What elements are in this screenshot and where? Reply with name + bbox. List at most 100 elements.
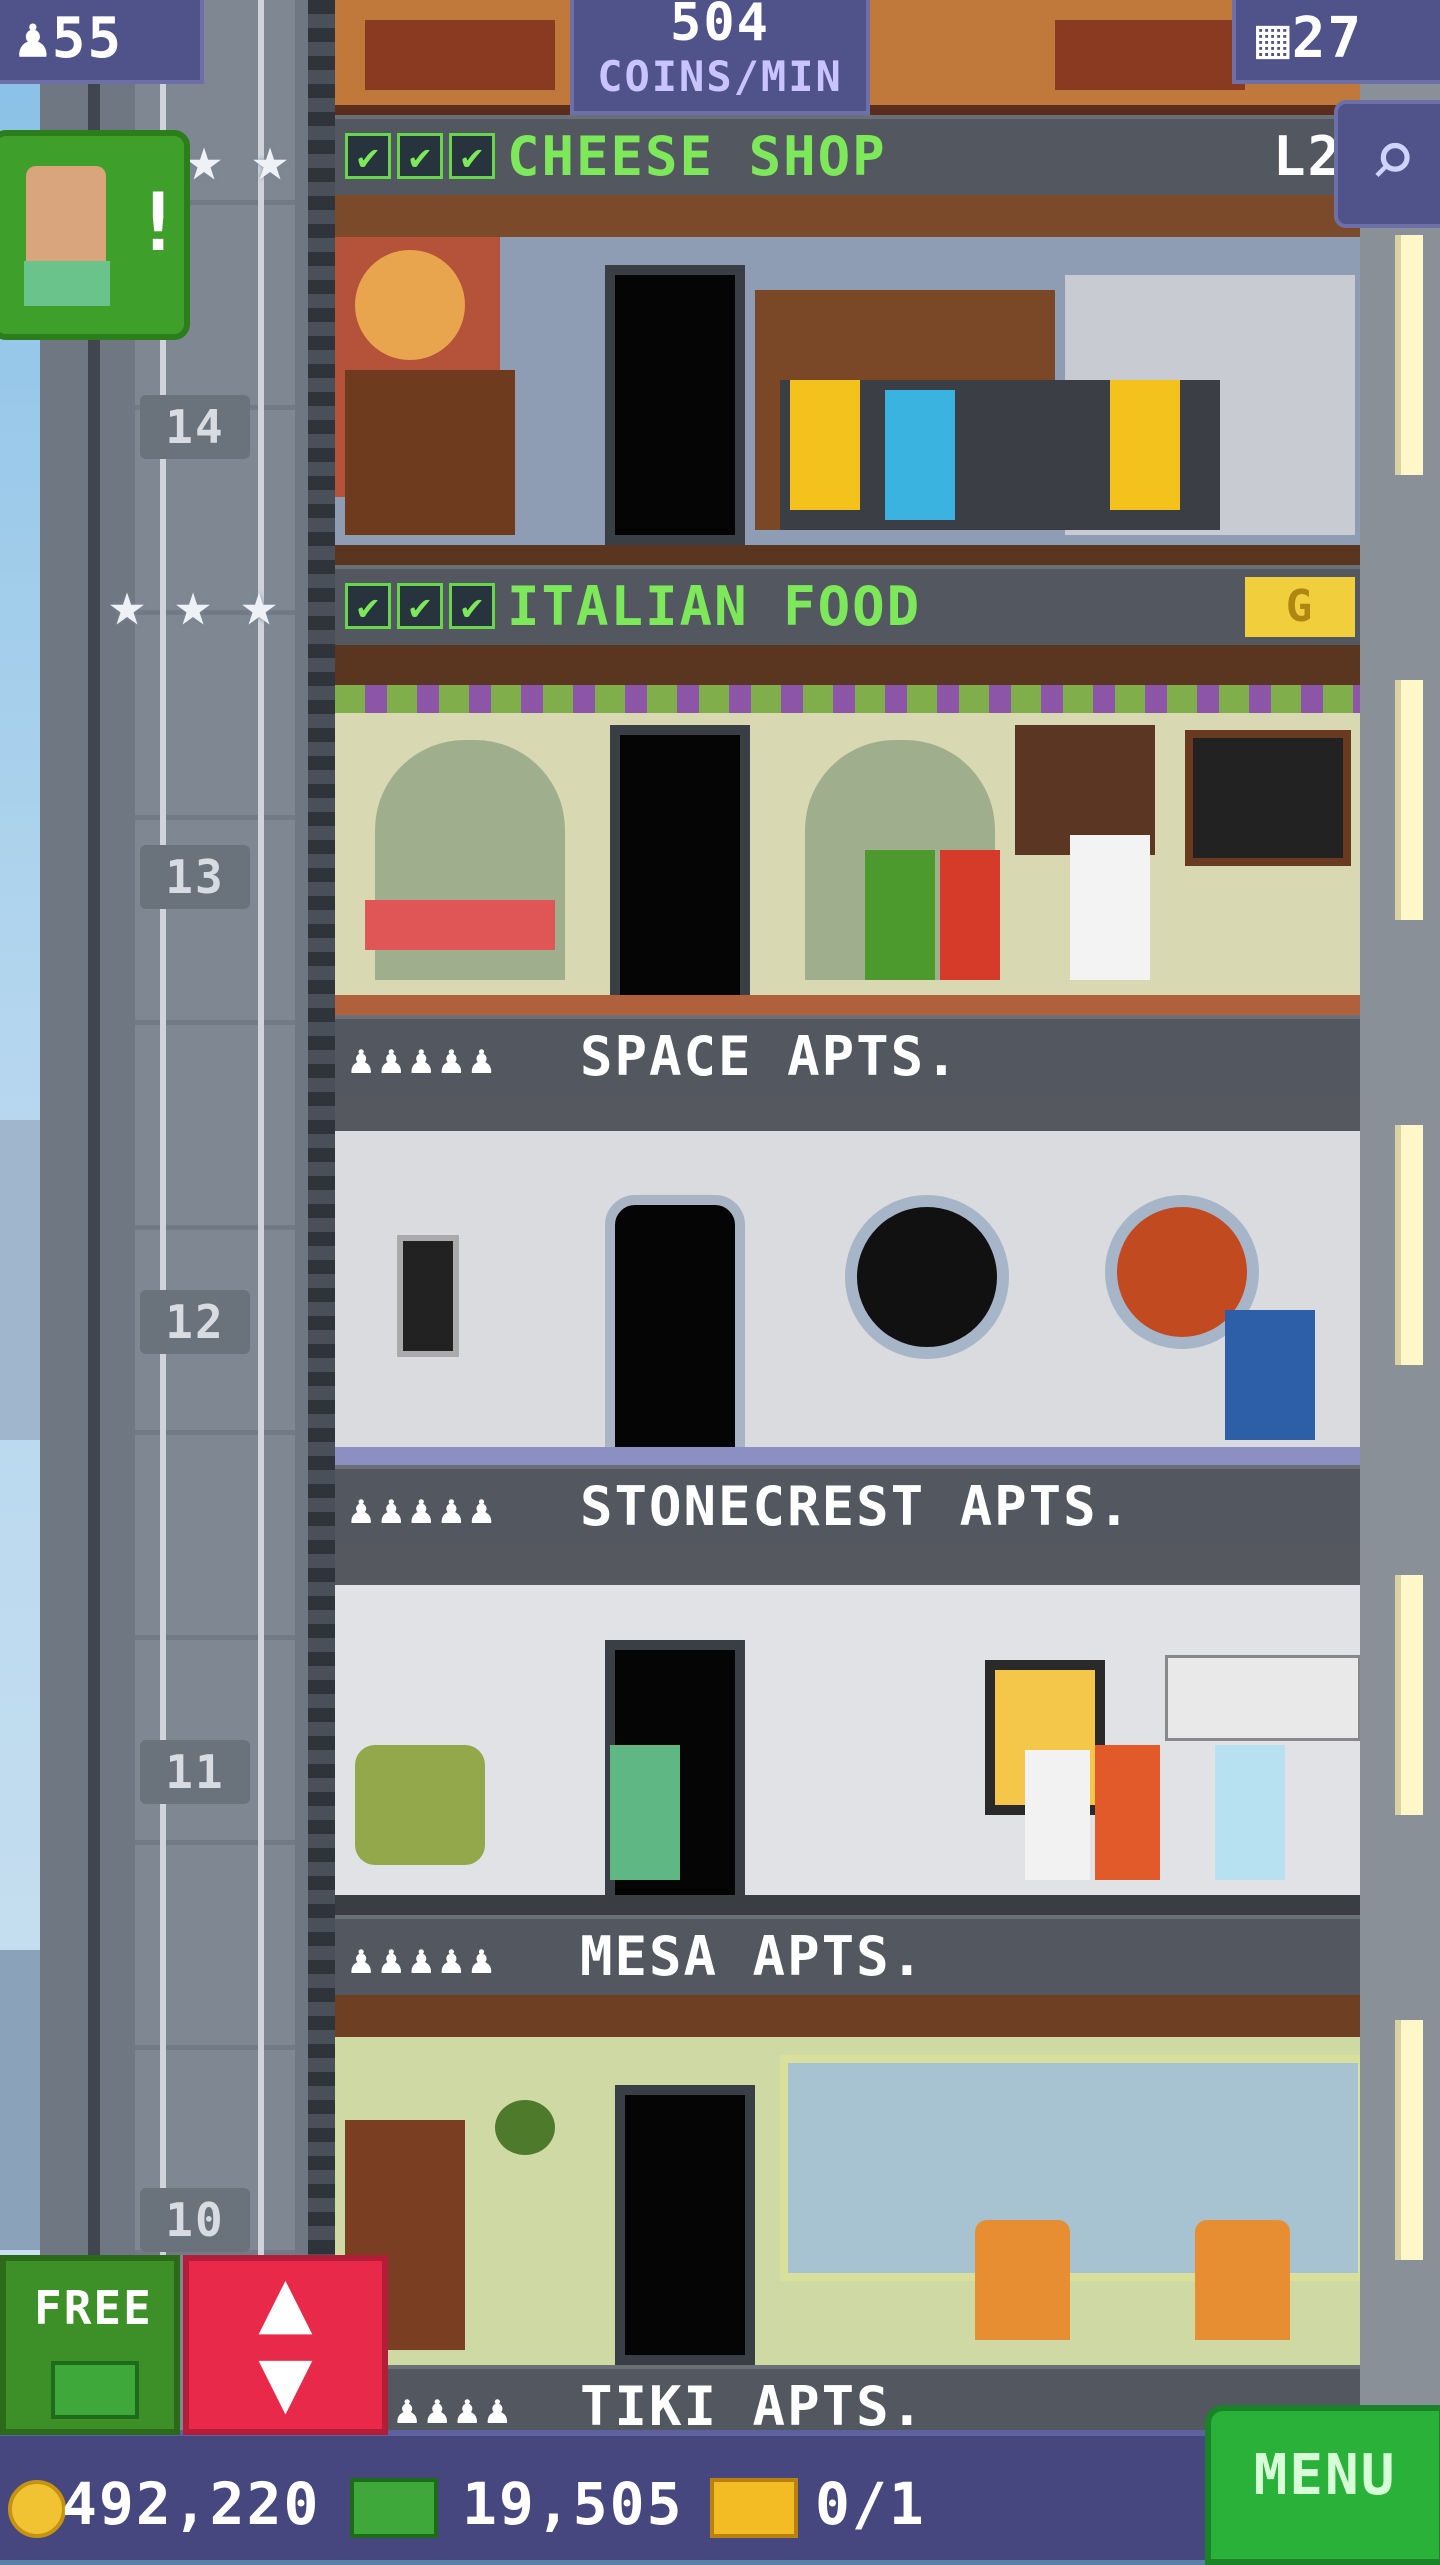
italian-food-floor[interactable]: ✔ ✔ ✔ ITALIAN FOOD G — [335, 565, 1360, 1015]
booth — [1055, 20, 1245, 90]
floor-name: TIKI APTS. — [580, 2375, 926, 2438]
bux-icon — [350, 2478, 438, 2538]
coins-value[interactable]: 492,220 — [62, 2470, 320, 2538]
cheese-wheel-sign — [355, 250, 465, 360]
cheese-shop-floor[interactable]: ✔ ✔ ✔ CHEESE SHOP L2 — [335, 115, 1360, 565]
bitizen[interactable] — [1215, 1745, 1285, 1880]
star-icon: ★ — [251, 122, 289, 195]
stonecrest-apts-room[interactable] — [335, 1545, 1360, 1915]
checkmarks: ✔ ✔ ✔ — [345, 583, 495, 629]
elevator-cable — [160, 0, 166, 2440]
ceiling — [335, 1545, 1360, 1585]
floor-count-value: 27 — [1291, 6, 1364, 71]
gold-badge[interactable]: G — [1245, 577, 1355, 637]
ceiling-beam — [335, 645, 1360, 685]
menu-chalkboard — [1185, 730, 1351, 866]
armchair — [355, 1745, 485, 1865]
floor-counter[interactable]: ▦27 — [1232, 0, 1440, 84]
cheese-shop-room[interactable] — [335, 195, 1360, 565]
italian-food-stars: ★ ★ ★ — [98, 567, 288, 640]
mesa-apts-room[interactable] — [335, 1995, 1360, 2365]
cheese-shop-door[interactable] — [605, 265, 745, 545]
floor-level: L2 — [1272, 125, 1342, 188]
mesa-apts-door[interactable] — [615, 2085, 755, 2365]
armchair — [975, 2220, 1070, 2340]
bitizen[interactable] — [885, 390, 955, 520]
cheese-shelf — [345, 370, 515, 535]
bitizen[interactable] — [610, 1745, 680, 1880]
porthole-window — [845, 1195, 1009, 1359]
floor-edge — [335, 995, 1360, 1015]
bux-icon — [51, 2361, 139, 2419]
space-apts-room[interactable] — [335, 1095, 1360, 1465]
bitizen[interactable] — [1095, 1745, 1160, 1880]
bitizen[interactable] — [1110, 380, 1180, 510]
bitizen[interactable] — [790, 380, 860, 510]
free-bux-button[interactable]: FREE — [0, 2255, 180, 2435]
residents-icons: ♟♟♟♟♟ — [349, 1937, 500, 1983]
star-icon: ★ — [240, 567, 278, 640]
floor-edge — [335, 545, 1360, 565]
population-value: 55 — [51, 6, 124, 71]
shaft-interior — [135, 0, 295, 2440]
free-label: FREE — [34, 2281, 153, 2335]
bitizen[interactable] — [1070, 835, 1150, 980]
grape-vine — [335, 685, 1360, 713]
stonecrest-apts-floor[interactable]: ♟♟♟♟♟ STONECREST APTS. — [335, 1465, 1360, 1915]
bitizen[interactable] — [865, 850, 935, 980]
residents-icons: ♟♟♟♟♟ — [349, 1037, 500, 1083]
floor-header: ✔ ✔ ✔ CHEESE SHOP L2 — [335, 115, 1360, 195]
bitizen-avatar-shirt — [24, 261, 110, 306]
visitor-notification-button[interactable]: ! — [0, 130, 190, 340]
coins-per-min-panel: 504 COINS/MIN — [570, 0, 870, 115]
pillar-window — [1395, 235, 1423, 475]
ceiling-beam — [335, 195, 1360, 237]
population-counter[interactable]: ♟55 — [0, 0, 204, 84]
shaft-rail — [88, 0, 100, 2440]
shaft-ladder — [308, 0, 336, 2440]
coin-icon — [8, 2480, 66, 2538]
elevator-button[interactable]: ▲ ▼ — [183, 2255, 388, 2435]
floor-number-12: 12 — [140, 1290, 250, 1354]
tickets-value[interactable]: 0/1 — [815, 2470, 926, 2538]
space-apts-floor[interactable]: ♟♟♟♟♟ SPACE APTS. — [335, 1015, 1360, 1465]
armchair — [1195, 2220, 1290, 2340]
floor-header: ♟♟♟♟♟ SPACE APTS. — [335, 1015, 1360, 1095]
floor-name: SPACE APTS. — [580, 1025, 960, 1088]
star-icon: ★ — [174, 567, 212, 640]
bitizen-avatar — [26, 166, 106, 276]
control-panel — [397, 1235, 459, 1357]
bitizen[interactable] — [940, 850, 1000, 980]
floor-name: ITALIAN FOOD — [507, 575, 922, 638]
space-apts-door[interactable] — [605, 1195, 745, 1465]
dining-table — [365, 900, 555, 950]
pillar-window — [1395, 2020, 1423, 2260]
cheese-shop-stars: ★ ★ — [175, 122, 299, 195]
bitizen[interactable] — [1225, 1310, 1315, 1440]
bux-value[interactable]: 19,505 — [462, 2470, 684, 2538]
elevator-shaft[interactable] — [40, 0, 336, 2440]
floor-edge — [335, 1895, 1360, 1915]
floor-number-13: 13 — [140, 845, 250, 909]
residents-icons: ♟♟♟♟ — [395, 2387, 516, 2433]
pillar-window — [1395, 1575, 1423, 1815]
background-building — [0, 1950, 40, 2250]
elevator-cable — [258, 0, 264, 2440]
italian-food-door[interactable] — [610, 725, 750, 1005]
floor-number-10: 10 — [140, 2188, 250, 2252]
floor-edge — [335, 1447, 1360, 1465]
menu-button[interactable]: MENU — [1205, 2405, 1440, 2565]
star-icon: ★ — [108, 567, 146, 640]
alert-icon: ! — [134, 176, 185, 269]
italian-food-room[interactable] — [335, 645, 1360, 1015]
booth — [365, 20, 555, 90]
ceiling — [335, 1095, 1360, 1131]
floor-number-14: 14 — [140, 395, 250, 459]
magnifier-icon[interactable]: ⌕ — [1334, 100, 1440, 228]
floor-name: CHEESE SHOP — [507, 125, 887, 188]
floor-header: ♟♟♟♟♟ STONECREST APTS. — [335, 1465, 1360, 1545]
bitizen[interactable] — [1025, 1750, 1090, 1880]
ticket-icon — [710, 2478, 798, 2538]
mesa-apts-floor[interactable]: ♟♟♟♟♟ MESA APTS. — [335, 1915, 1360, 2365]
coins-per-min-value: 504 — [670, 0, 770, 53]
